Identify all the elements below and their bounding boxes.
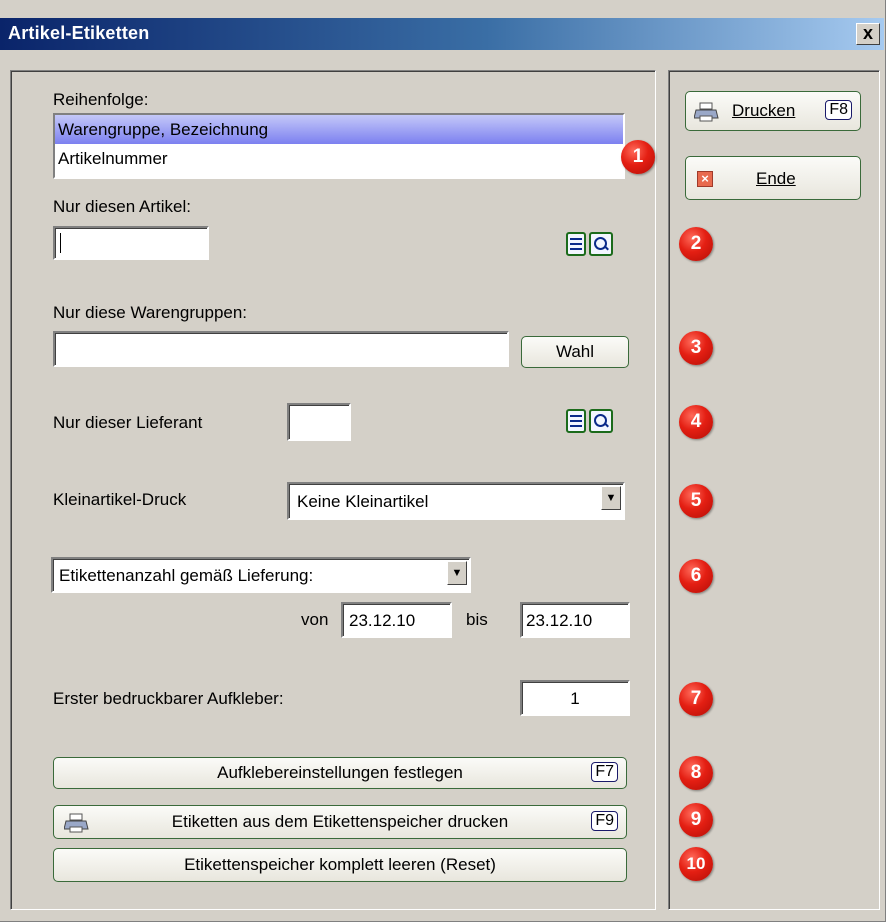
article-input[interactable]	[53, 226, 209, 260]
supplier-label: Nur dieser Lieferant	[53, 413, 203, 432]
date-from-input[interactable]: 23.12.10	[341, 602, 452, 638]
groups-input[interactable]	[53, 331, 509, 367]
title-bar[interactable]: Artikel-Etiketten x	[0, 18, 884, 50]
badge-8: 8	[679, 756, 713, 790]
choose-groups-button[interactable]: Wahl	[521, 336, 629, 368]
window-title: Artikel-Etiketten	[8, 23, 150, 43]
shortcut-f8: F8	[825, 100, 852, 120]
badge-4: 4	[679, 405, 713, 439]
small-print-label: Kleinartikel-Druck	[53, 490, 187, 509]
text-cursor	[60, 233, 61, 253]
sort-listbox[interactable]: Warengruppe, Bezeichnung Artikelnummer	[53, 113, 625, 179]
list-icon[interactable]	[566, 409, 586, 433]
badge-5: 5	[679, 484, 713, 518]
to-label: bis	[466, 610, 488, 629]
supplier-input[interactable]	[287, 403, 351, 441]
search-icon[interactable]	[589, 409, 613, 433]
reset-store-button[interactable]: Etikettenspeicher komplett leeren (Reset…	[53, 848, 627, 882]
badge-3: 3	[679, 331, 713, 365]
badge-7: 7	[679, 682, 713, 716]
print-button[interactable]: Drucken F8	[685, 91, 861, 131]
sticker-settings-button[interactable]: Aufklebereinstellungen festlegen F7	[53, 757, 627, 789]
close-icon: ×	[697, 171, 713, 187]
first-sticker-input[interactable]: 1	[520, 680, 630, 716]
badge-10: 10	[679, 847, 713, 881]
close-button[interactable]: x	[856, 23, 880, 45]
shortcut-f9: F9	[591, 811, 618, 831]
badge-6: 6	[679, 559, 713, 593]
badge-2: 2	[679, 227, 713, 261]
badge-1: 1	[621, 140, 655, 174]
groups-label: Nur diese Warengruppen:	[53, 303, 248, 322]
label-count-select[interactable]: Etikettenanzahl gemäß Lieferung: ▼	[51, 557, 471, 593]
date-to-input[interactable]: 23.12.10	[520, 602, 630, 638]
chevron-down-icon[interactable]: ▼	[447, 561, 467, 585]
from-label: von	[301, 610, 329, 629]
sort-option-group-name[interactable]: Warengruppe, Bezeichnung	[55, 115, 623, 144]
printer-icon	[693, 101, 720, 123]
badge-9: 9	[679, 803, 713, 837]
small-print-select[interactable]: Keine Kleinartikel ▼	[287, 482, 625, 520]
dialog-window: Artikel-Etiketten x Reihenfolge: Warengr…	[0, 0, 886, 922]
end-button[interactable]: × Ende	[685, 156, 861, 200]
print-from-store-button[interactable]: Etiketten aus dem Etikettenspeicher druc…	[53, 805, 627, 839]
first-sticker-label: Erster bedruckbarer Aufkleber:	[53, 689, 284, 708]
search-icon[interactable]	[589, 232, 613, 256]
list-icon[interactable]	[566, 232, 586, 256]
sort-label: Reihenfolge:	[53, 90, 149, 109]
sort-option-article-number[interactable]: Artikelnummer	[55, 144, 623, 173]
shortcut-f7: F7	[591, 762, 618, 782]
article-label: Nur diesen Artikel:	[53, 197, 191, 216]
chevron-down-icon[interactable]: ▼	[601, 486, 621, 510]
